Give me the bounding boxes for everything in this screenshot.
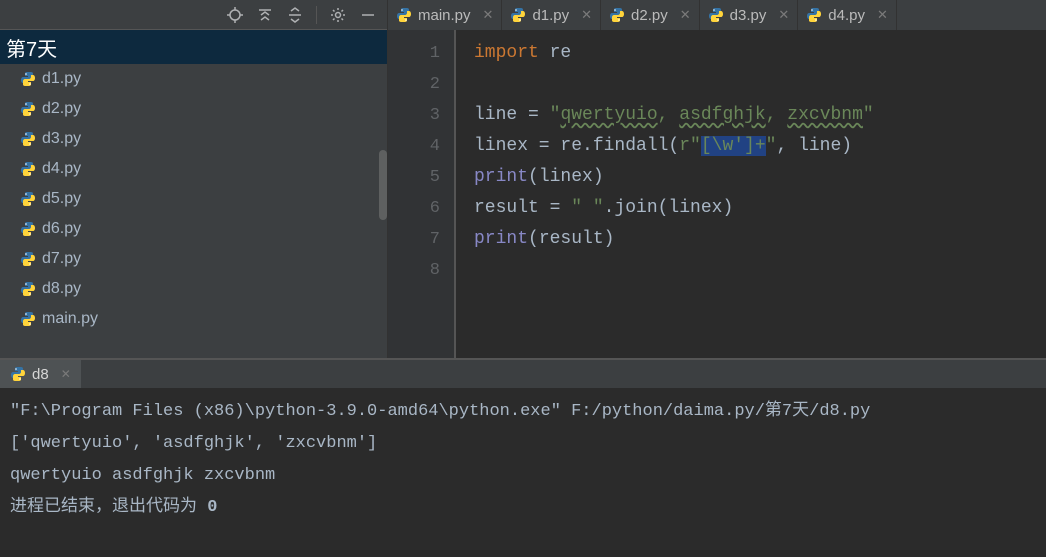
editor-tab[interactable]: d4.py ✕ <box>798 0 897 30</box>
console-tab-label: d8 <box>32 366 49 383</box>
editor-panel: main.py ✕ d1.py ✕ d2.py ✕ d3.py ✕ d4.py ✕ 1234567… <box>388 0 1046 358</box>
code-line[interactable]: import re <box>456 38 1046 69</box>
close-icon[interactable]: ✕ <box>61 367 71 381</box>
tree-item[interactable]: d4.py <box>0 154 387 184</box>
gutter: 12345678 <box>388 30 454 358</box>
close-icon[interactable]: ✕ <box>680 7 691 23</box>
python-icon <box>20 251 36 267</box>
target-icon[interactable] <box>226 6 244 24</box>
python-icon <box>806 7 822 23</box>
python-icon <box>708 7 724 23</box>
gutter-line-number: 5 <box>388 162 440 193</box>
code-line[interactable]: line = "qwertyuio, asdfghjk, zxcvbnm" <box>456 100 1046 131</box>
code-line[interactable]: print(linex) <box>456 162 1046 193</box>
code-body[interactable]: import re line = "qwertyuio, asdfghjk, zx… <box>454 30 1046 358</box>
tree-item[interactable]: d6.py <box>0 214 387 244</box>
code-line[interactable]: linex = re.findall(r"[\w']+", line) <box>456 131 1046 162</box>
tree-item-label: d8.py <box>42 280 81 298</box>
editor-tab-label: d4.py <box>828 7 865 24</box>
editor-tab[interactable]: main.py ✕ <box>388 0 502 30</box>
code-line[interactable] <box>456 255 1046 286</box>
editor-tab[interactable]: d2.py ✕ <box>601 0 700 30</box>
gutter-line-number: 2 <box>388 69 440 100</box>
console-line: qwertyuio asdfghjk zxcvbnm <box>10 460 1036 492</box>
python-icon <box>20 131 36 147</box>
gutter-line-number: 7 <box>388 224 440 255</box>
python-icon <box>20 161 36 177</box>
close-icon[interactable]: ✕ <box>877 7 888 23</box>
gutter-line-number: 8 <box>388 255 440 286</box>
tree-item[interactable]: d2.py <box>0 94 387 124</box>
python-icon <box>20 71 36 87</box>
toolbar-separator <box>316 6 317 24</box>
tree-item-label: d4.py <box>42 160 81 178</box>
expand-selection-icon[interactable] <box>286 6 304 24</box>
tree-item-label: main.py <box>42 310 98 328</box>
tree-item-label: d5.py <box>42 190 81 208</box>
project-tree-panel: 第7天 d1.pyd2.pyd3.pyd4.pyd5.pyd6.pyd7.pyd… <box>0 0 388 358</box>
editor-tab[interactable]: d1.py ✕ <box>502 0 601 30</box>
console-line: 进程已结束，退出代码为 0 <box>10 492 1036 524</box>
editor-tabs-row: main.py ✕ d1.py ✕ d2.py ✕ d3.py ✕ d4.py ✕ <box>388 0 1046 30</box>
python-icon <box>10 366 26 382</box>
tree-toolbar <box>0 0 387 30</box>
tree-item-label: d6.py <box>42 220 81 238</box>
console-tab[interactable]: d8 ✕ <box>0 360 81 388</box>
python-icon <box>20 281 36 297</box>
gutter-line-number: 3 <box>388 100 440 131</box>
console-line: "F:\Program Files (x86)\python-3.9.0-amd… <box>10 396 1036 428</box>
code-line[interactable]: print(result) <box>456 224 1046 255</box>
python-icon <box>20 101 36 117</box>
python-icon <box>510 7 526 23</box>
tree-item[interactable]: d5.py <box>0 184 387 214</box>
gutter-line-number: 1 <box>388 38 440 69</box>
python-icon <box>20 311 36 327</box>
gutter-line-number: 6 <box>388 193 440 224</box>
console-output[interactable]: "F:\Program Files (x86)\python-3.9.0-amd… <box>0 388 1046 557</box>
tree-item[interactable]: d7.py <box>0 244 387 274</box>
editor-tab[interactable]: d3.py ✕ <box>700 0 799 30</box>
code-area[interactable]: 12345678 import re line = "qwertyuio, asd… <box>388 30 1046 358</box>
console-line: ['qwertyuio', 'asdfghjk', 'zxcvbnm'] <box>10 428 1036 460</box>
close-icon[interactable]: ✕ <box>483 7 494 23</box>
python-icon <box>396 7 412 23</box>
python-icon <box>20 221 36 237</box>
scrollbar-thumb[interactable] <box>379 150 387 220</box>
console-tabs-row: d8 ✕ <box>0 360 1046 388</box>
tree-item[interactable]: d1.py <box>0 64 387 94</box>
code-line[interactable]: result = " ".join(linex) <box>456 193 1046 224</box>
editor-tab-label: d1.py <box>532 7 569 24</box>
tree-header[interactable]: 第7天 <box>0 30 387 64</box>
code-line[interactable] <box>456 69 1046 100</box>
editor-tab-label: d2.py <box>631 7 668 24</box>
close-icon[interactable]: ✕ <box>581 7 592 23</box>
python-icon <box>20 191 36 207</box>
tree-item[interactable]: d8.py <box>0 274 387 304</box>
tree-body: d1.py d2.py d3.py d4.py d5.py d6.py d7.py d8.py… <box>0 64 387 358</box>
tree-item[interactable]: main.py <box>0 304 387 334</box>
editor-tab-label: main.py <box>418 7 471 24</box>
tree-item[interactable]: d3.py <box>0 124 387 154</box>
tree-item-label: d2.py <box>42 100 81 118</box>
collapse-all-icon[interactable] <box>256 6 274 24</box>
editor-tab-label: d3.py <box>730 7 767 24</box>
gutter-line-number: 4 <box>388 131 440 162</box>
close-icon[interactable]: ✕ <box>778 7 789 23</box>
gear-icon[interactable] <box>329 6 347 24</box>
run-tool-window: d8 ✕ "F:\Program Files (x86)\python-3.9.… <box>0 358 1046 557</box>
tree-item-label: d1.py <box>42 70 81 88</box>
tree-item-label: d7.py <box>42 250 81 268</box>
tree-item-label: d3.py <box>42 130 81 148</box>
minimize-icon[interactable] <box>359 6 377 24</box>
python-icon <box>609 7 625 23</box>
